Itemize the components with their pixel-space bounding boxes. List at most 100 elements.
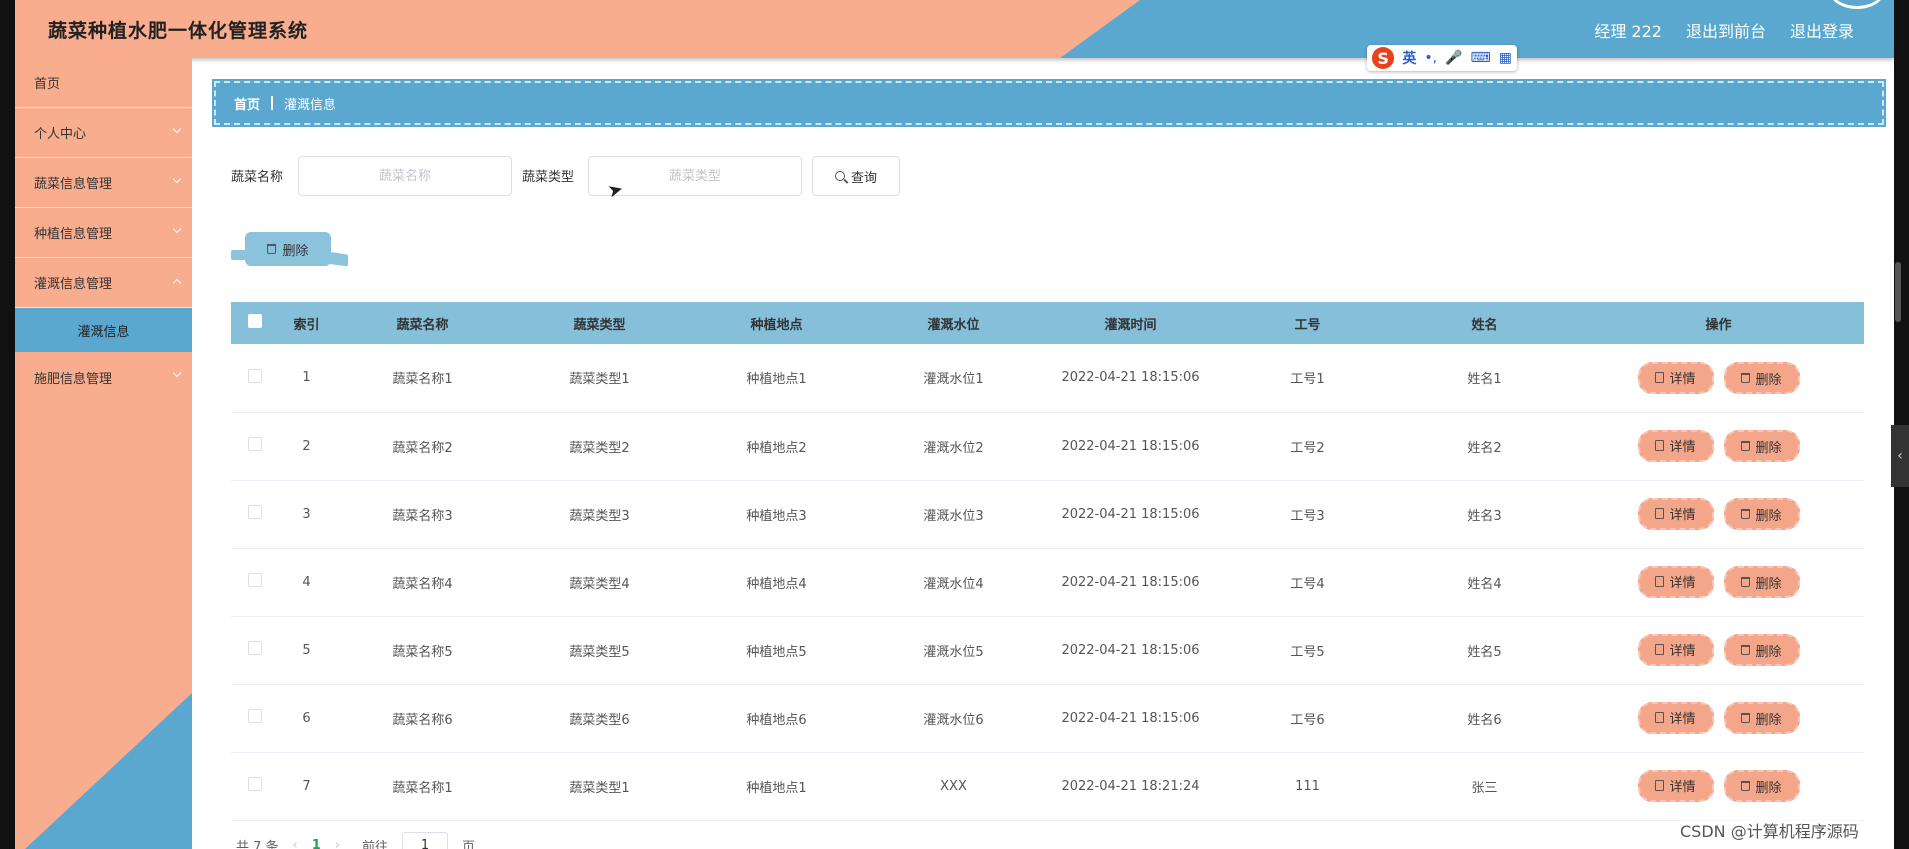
row-checkbox[interactable] xyxy=(248,505,262,519)
row-select-cell xyxy=(231,548,279,616)
sidebar-subitem-irrigation[interactable]: 灌溉信息 xyxy=(15,308,192,352)
delete-button-label: 删除 xyxy=(1755,508,1782,524)
detail-button-label: 详情 xyxy=(1669,508,1696,524)
cell-planting-location: 种植地点3 xyxy=(746,508,807,524)
delete-button[interactable]: 删除 xyxy=(1723,430,1800,463)
pagination: 共 7 条 ‹ 1 › 前往 页 xyxy=(236,832,475,849)
cell-vegetable-type: 蔬菜类型3 xyxy=(569,508,630,524)
delete-button[interactable]: 删除 xyxy=(1723,362,1800,394)
select-all-checkbox[interactable] xyxy=(248,314,262,328)
table-row: 5 蔬菜名称5 蔬菜类型5 种植地点5 灌溉水位5 2022-04-21 18:… xyxy=(231,616,1864,684)
cell-vegetable-type: 蔬菜类型6 xyxy=(569,712,630,728)
avatar[interactable] xyxy=(1830,0,1884,9)
trash-icon xyxy=(1741,509,1751,520)
row-checkbox[interactable] xyxy=(248,573,262,587)
cell-planting-location: 种植地点6 xyxy=(746,712,807,728)
apps-grid-icon[interactable]: ▦ xyxy=(1499,50,1512,66)
cell-name: 张三 xyxy=(1471,780,1498,796)
column-header-planting-location: 种植地点 xyxy=(750,317,803,333)
chevron-down-icon xyxy=(172,368,182,378)
cell-irrigation-time: 2022-04-21 18:15:06 xyxy=(1061,642,1200,658)
vegetable-name-input[interactable] xyxy=(298,156,512,196)
cell-vegetable-name: 蔬菜名称3 xyxy=(392,508,453,524)
sidebar-item-irrigation-info[interactable]: 灌溉信息管理 xyxy=(15,258,192,308)
delete-button[interactable]: 删除 xyxy=(1723,498,1800,531)
detail-button[interactable]: 详情 xyxy=(1637,361,1714,394)
next-page-icon[interactable]: › xyxy=(335,838,340,849)
app-root: ‹ 蔬菜种植水肥一体化管理系统 经理 222 退出到前台 退出登录 S 英 •,… xyxy=(0,0,1909,849)
detail-button-label: 详情 xyxy=(1669,780,1696,796)
sidebar-item-personal-center[interactable]: 个人中心 xyxy=(15,108,192,158)
cell-irrigation-time: 2022-04-21 18:15:06 xyxy=(1061,438,1200,454)
ime-mode-toggle[interactable]: 英 xyxy=(1402,48,1416,68)
cell-employee-id: 工号2 xyxy=(1290,440,1325,456)
cell-vegetable-name: 蔬菜名称4 xyxy=(392,576,453,592)
cell-index: 1 xyxy=(302,370,311,386)
detail-button-label: 详情 xyxy=(1669,440,1696,456)
cell-vegetable-name: 蔬菜名称5 xyxy=(392,644,453,660)
cell-water-level: 灌溉水位4 xyxy=(923,576,984,592)
cell-water-level: 灌溉水位5 xyxy=(923,644,984,660)
delete-button[interactable]: 删除 xyxy=(1723,566,1800,599)
row-checkbox[interactable] xyxy=(248,437,262,451)
detail-button[interactable]: 详情 xyxy=(1637,497,1714,530)
cell-vegetable-name: 蔬菜名称6 xyxy=(392,712,453,728)
scrollbar-thumb[interactable] xyxy=(1895,262,1901,322)
mic-icon[interactable]: 🎤 xyxy=(1445,50,1462,66)
batch-delete-button[interactable]: 删除 xyxy=(245,232,331,266)
delete-button[interactable]: 删除 xyxy=(1723,702,1800,735)
sidebar-subitem-label: 灌溉信息 xyxy=(77,324,130,340)
detail-button[interactable]: 详情 xyxy=(1637,769,1714,802)
goto-label: 前往 xyxy=(362,839,389,849)
cell-employee-id: 工号1 xyxy=(1290,372,1325,388)
detail-button[interactable]: 详情 xyxy=(1637,701,1714,734)
cell-vegetable-name: 蔬菜名称2 xyxy=(392,440,453,456)
delete-button[interactable]: 删除 xyxy=(1723,634,1800,667)
detail-button[interactable]: 详情 xyxy=(1637,633,1714,666)
table-row: 4 蔬菜名称4 蔬菜类型4 种植地点4 灌溉水位4 2022-04-21 18:… xyxy=(231,548,1864,616)
column-header-vegetable-name: 蔬菜名称 xyxy=(396,317,449,333)
delete-button[interactable]: 删除 xyxy=(1723,770,1800,803)
sidebar-item-home[interactable]: 首页 xyxy=(15,58,192,108)
cell-employee-id: 工号5 xyxy=(1290,644,1325,660)
detail-button-label: 详情 xyxy=(1669,372,1696,387)
chevron-down-icon xyxy=(172,224,182,234)
query-button[interactable]: 查询 xyxy=(812,156,900,196)
column-header-name: 姓名 xyxy=(1471,317,1498,333)
punctuation-icon[interactable]: •, xyxy=(1424,50,1437,66)
exit-to-front-link[interactable]: 退出到前台 xyxy=(1686,18,1766,42)
cell-index: 7 xyxy=(302,778,311,794)
cell-index: 5 xyxy=(302,642,311,658)
chevron-down-icon xyxy=(172,124,182,134)
row-checkbox[interactable] xyxy=(248,709,262,723)
detail-button[interactable]: 详情 xyxy=(1637,429,1714,462)
screen-edge-left xyxy=(0,0,15,849)
watermark: CSDN @计算机程序源码 xyxy=(1680,818,1859,842)
keyboard-icon[interactable]: ⌨ xyxy=(1471,50,1491,66)
page-number-current[interactable]: 1 xyxy=(312,838,321,849)
cell-irrigation-time: 2022-04-21 18:15:06 xyxy=(1061,506,1200,522)
row-checkbox[interactable] xyxy=(248,777,262,791)
cell-vegetable-type: 蔬菜类型1 xyxy=(569,372,630,388)
cell-planting-location: 种植地点2 xyxy=(746,440,807,456)
sidebar-item-planting-info[interactable]: 种植信息管理 xyxy=(15,208,192,258)
sidebar-item-vegetable-info[interactable]: 蔬菜信息管理 xyxy=(15,158,192,208)
trash-icon xyxy=(1741,577,1751,588)
logout-link[interactable]: 退出登录 xyxy=(1790,18,1854,42)
side-collapse-tab[interactable]: ‹ xyxy=(1891,425,1909,487)
detail-button[interactable]: 详情 xyxy=(1637,565,1714,598)
cell-irrigation-time: 2022-04-21 18:15:06 xyxy=(1061,370,1200,386)
ime-toolbar[interactable]: S 英 •, 🎤 ⌨ ▦ xyxy=(1367,45,1517,71)
breadcrumb-home[interactable]: 首页 xyxy=(234,94,260,113)
sogou-logo-icon[interactable]: S xyxy=(1372,47,1395,69)
trash-icon xyxy=(1741,441,1751,452)
sidebar-item-fertilize-info[interactable]: 施肥信息管理 xyxy=(15,352,192,402)
row-checkbox[interactable] xyxy=(248,641,262,655)
detail-button-label: 详情 xyxy=(1669,576,1696,592)
trash-icon xyxy=(1741,781,1751,792)
goto-page-input[interactable] xyxy=(402,832,449,849)
row-checkbox[interactable] xyxy=(248,368,262,383)
prev-page-icon[interactable]: ‹ xyxy=(293,838,298,849)
sidebar-item-label: 个人中心 xyxy=(34,127,87,142)
column-header-water-level: 灌溉水位 xyxy=(927,317,980,333)
